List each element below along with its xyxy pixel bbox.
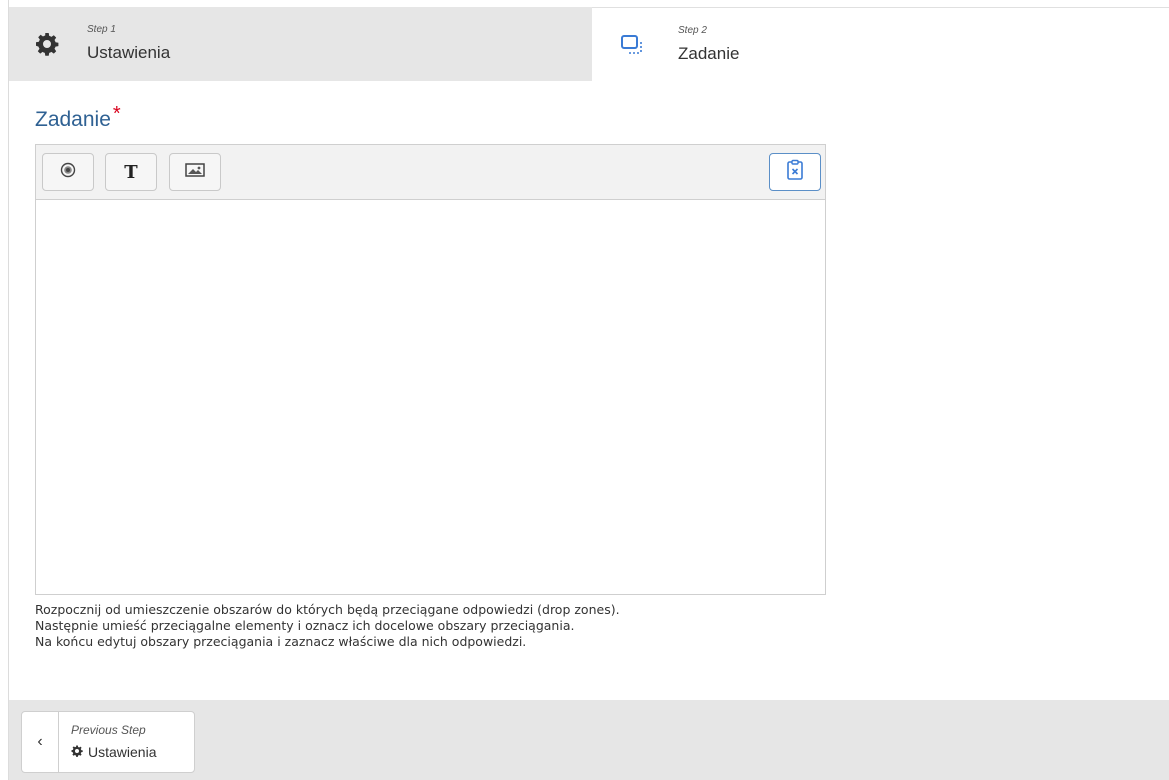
gear-icon — [71, 744, 83, 760]
dragdrop-icon — [620, 33, 644, 57]
image-button[interactable] — [169, 153, 221, 191]
step-title: Zadanie — [678, 44, 740, 63]
previous-step-name: Ustawienia — [71, 744, 156, 760]
previous-step-button[interactable]: ‹ Previous Step Ustawienia — [21, 711, 195, 773]
required-marker: * — [112, 103, 121, 125]
chevron-left-icon: ‹ — [22, 712, 59, 772]
help-line: Rozpocznij od umieszczenie obszarów do k… — [35, 602, 620, 617]
help-line: Na końcu edytuj obszary przeciągania i z… — [35, 634, 527, 649]
field-label: Zadanie * — [35, 103, 121, 132]
image-icon — [185, 162, 205, 183]
drop-zone-button[interactable] — [42, 153, 94, 191]
frame-border — [8, 0, 9, 780]
paste-button[interactable] — [769, 153, 821, 191]
dragdrop-editor: T — [35, 144, 826, 595]
previous-step-title: Ustawienia — [88, 744, 157, 760]
text-icon: T — [124, 161, 138, 183]
help-text: Rozpocznij od umieszczenie obszarów do k… — [35, 602, 620, 650]
step-title: Ustawienia — [87, 43, 171, 62]
editor-toolbar: T — [36, 145, 825, 200]
step-number: Step 1 — [87, 24, 116, 35]
step-number: Step 2 — [678, 25, 707, 36]
step-navigation: Step 1 Ustawienia Step 2 Zadanie — [9, 7, 1169, 81]
help-line: Następnie umieść przeciągalne elementy i… — [35, 618, 575, 633]
step-tab-zadanie[interactable]: Step 2 Zadanie — [592, 7, 1169, 81]
field-label-text: Zadanie — [35, 108, 111, 131]
gear-icon — [35, 32, 59, 56]
previous-step-label: Previous Step — [71, 723, 146, 737]
clipboard-x-icon — [785, 159, 805, 186]
footer-bar: ‹ Previous Step Ustawienia — [9, 700, 1169, 780]
text-button[interactable]: T — [105, 153, 157, 191]
target-icon — [60, 162, 76, 183]
step-tab-ustawienia[interactable]: Step 1 Ustawienia — [9, 7, 592, 81]
drop-canvas[interactable] — [36, 200, 825, 594]
